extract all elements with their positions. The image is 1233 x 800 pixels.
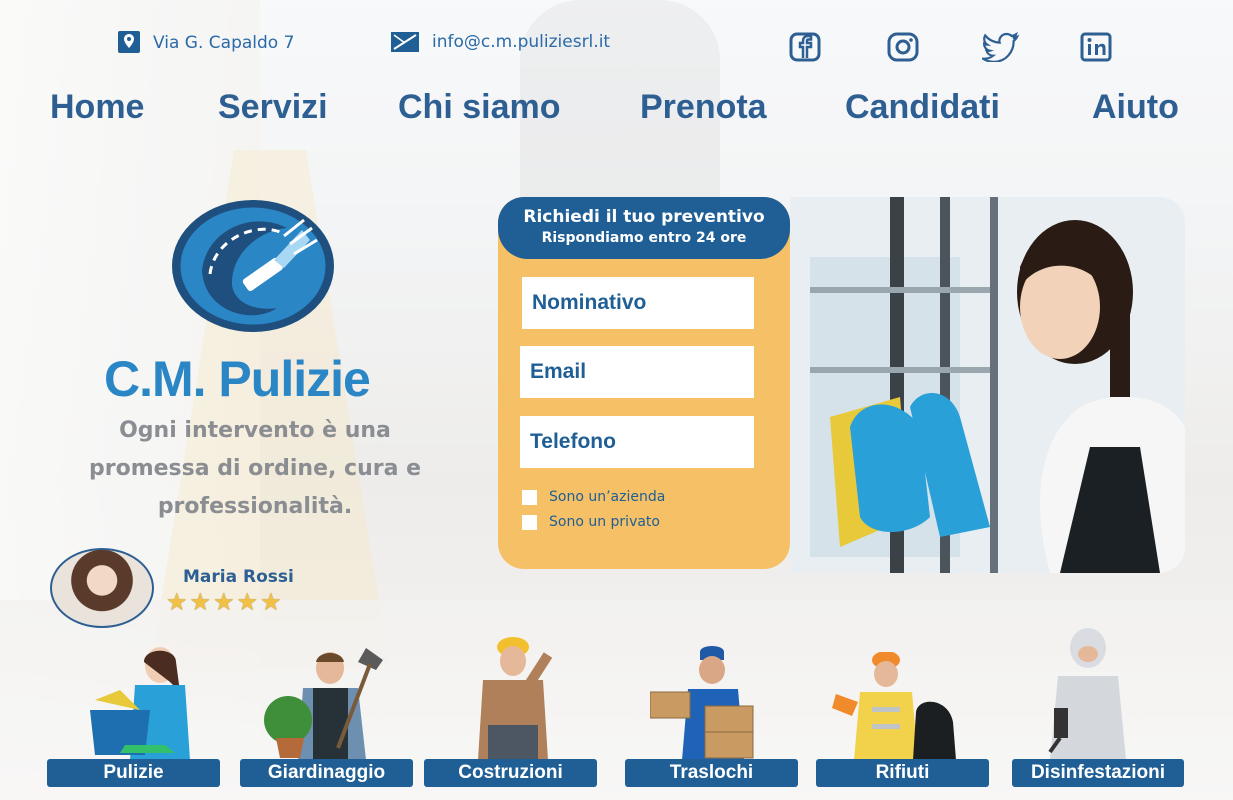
tagline-line-2: promessa di ordine, cura e: [88, 456, 422, 481]
option-privato[interactable]: Sono un privato: [522, 514, 660, 530]
brand-tagline: Ogni intervento è una promessa di ordine…: [70, 412, 440, 526]
rating-stars: ★★★★★: [166, 588, 284, 616]
twitter-icon[interactable]: [979, 31, 1020, 66]
form-header: Richiedi il tuo preventivo Rispondiamo e…: [498, 197, 790, 259]
nav-home[interactable]: Home: [50, 88, 144, 127]
service-button-pulizie[interactable]: Pulizie: [47, 759, 220, 787]
contact-bar: Via G. Capaldo 7 info@c.m.puliziesrl.it: [0, 30, 1233, 64]
location-pin-icon: [117, 30, 141, 56]
nav-candidati[interactable]: Candidati: [845, 88, 1000, 127]
email-field[interactable]: Email: [520, 346, 754, 398]
construction-worker-image: [478, 637, 553, 760]
mail-icon: [390, 30, 420, 54]
quote-form: Richiedi il tuo preventivo Rispondiamo e…: [498, 197, 790, 569]
reviewer-avatar: [50, 548, 154, 628]
service-button-traslochi[interactable]: Traslochi: [625, 759, 798, 787]
squeegee-drop-logo-icon: [177, 204, 329, 328]
reviewer-name: Maria Rossi: [183, 567, 294, 587]
hero-photo: [790, 197, 1185, 573]
service-button-costruzioni[interactable]: Costruzioni: [424, 759, 597, 787]
tagline-line-1: Ogni intervento è una: [119, 418, 391, 443]
azienda-label: Sono un’azienda: [549, 489, 666, 505]
azienda-checkbox[interactable]: [522, 489, 537, 505]
service-button-giardinaggio[interactable]: Giardinaggio: [240, 759, 413, 787]
facebook-icon[interactable]: [789, 32, 821, 66]
gardener-worker-image: [264, 648, 383, 760]
service-button-disinfestazioni[interactable]: Disinfestazioni: [1012, 759, 1184, 787]
brand-logo: [172, 200, 334, 332]
main-nav: Home Servizi Chi siamo Prenota Candidati…: [0, 88, 1233, 136]
cleaning-woman-illustration: [790, 197, 1185, 573]
telefono-field[interactable]: Telefono: [520, 416, 754, 468]
nav-servizi[interactable]: Servizi: [218, 88, 328, 127]
option-azienda[interactable]: Sono un’azienda: [522, 489, 665, 505]
email-item[interactable]: info@c.m.puliziesrl.it: [390, 30, 610, 54]
privato-checkbox[interactable]: [522, 514, 537, 530]
nav-prenota[interactable]: Prenota: [640, 88, 767, 127]
tagline-line-3: professionalità.: [157, 494, 353, 519]
form-subtitle: Rispondiamo entro 24 ore: [541, 230, 747, 246]
service-button-rifiuti[interactable]: Rifiuti: [816, 759, 989, 787]
disinfestation-worker-image: [1048, 628, 1126, 760]
linkedin-icon[interactable]: [1080, 32, 1112, 66]
cleaner-worker-image: [90, 647, 190, 760]
address-text: Via G. Capaldo 7: [153, 33, 295, 53]
brand-name: C.M. Pulizie: [104, 351, 371, 407]
mover-worker-image: [650, 646, 754, 760]
form-title: Richiedi il tuo preventivo: [523, 207, 765, 227]
nominativo-field[interactable]: Nominativo: [522, 277, 754, 329]
privato-label: Sono un privato: [549, 514, 660, 530]
instagram-icon[interactable]: [887, 32, 919, 66]
address-item[interactable]: Via G. Capaldo 7: [117, 30, 294, 56]
nav-chi-siamo[interactable]: Chi siamo: [398, 88, 560, 127]
waste-worker-image: [832, 652, 956, 760]
email-text: info@c.m.puliziesrl.it: [432, 32, 611, 52]
nav-aiuto[interactable]: Aiuto: [1092, 88, 1179, 127]
